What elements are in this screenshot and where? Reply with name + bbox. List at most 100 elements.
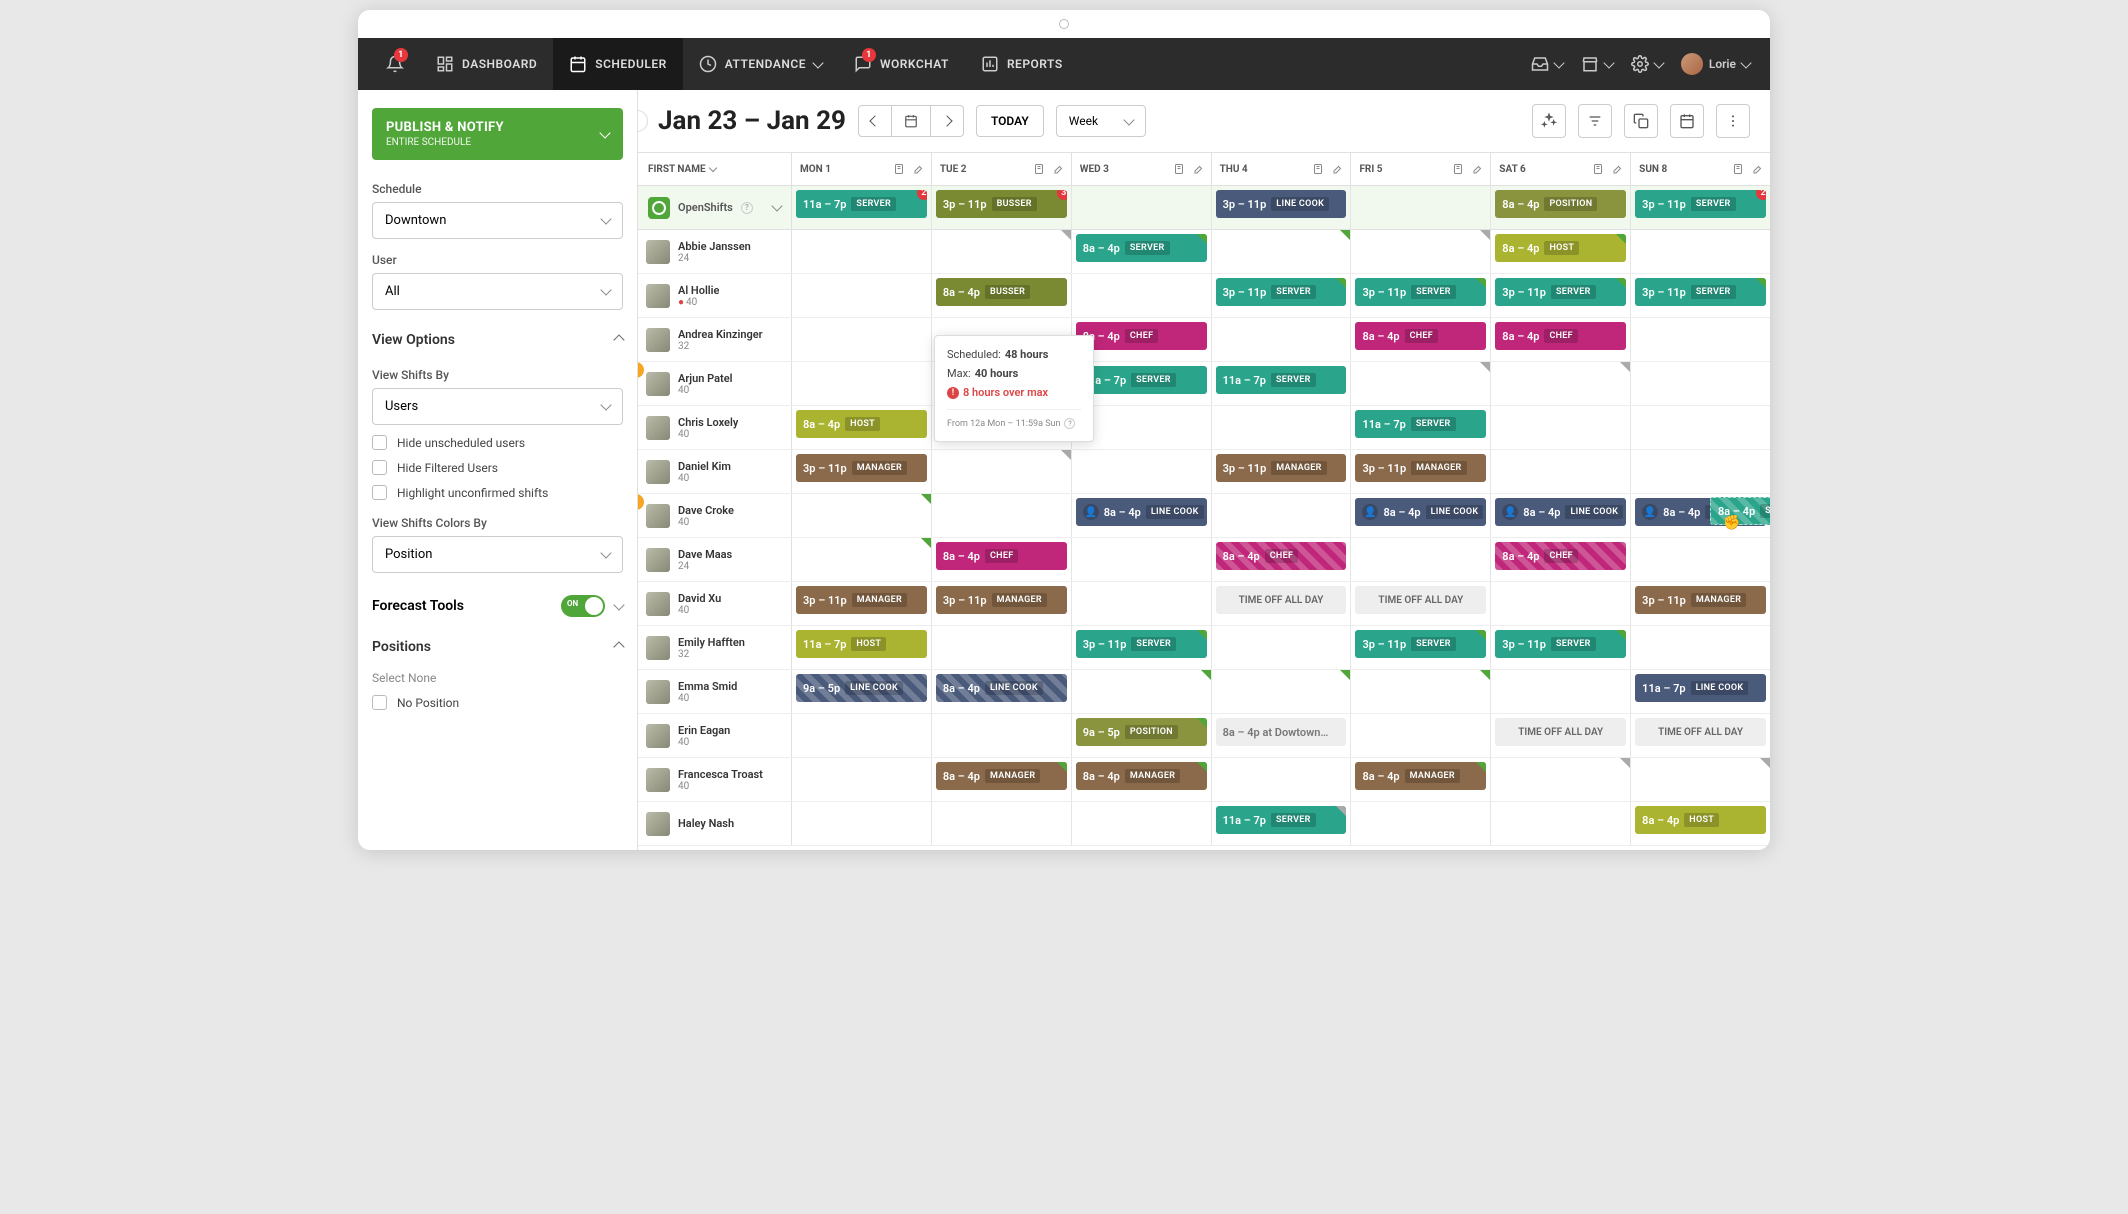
- shift-cell[interactable]: 8a – 4pCHEF: [1491, 538, 1631, 581]
- clipboard-icon[interactable]: [893, 163, 905, 175]
- shift-cell[interactable]: 8a – 4pMANAGER: [1072, 758, 1212, 801]
- hide-filtered-checkbox[interactable]: Hide Filtered Users: [372, 460, 623, 475]
- clipboard-icon[interactable]: [1452, 163, 1464, 175]
- user-label[interactable]: Arjun Patel40: [638, 362, 792, 405]
- shift-block[interactable]: 3p – 11pBUSSER3: [936, 190, 1067, 218]
- shift-cell[interactable]: [792, 494, 932, 537]
- shift-cell[interactable]: [1631, 406, 1770, 449]
- print-button[interactable]: [1670, 104, 1704, 138]
- shift-cell[interactable]: [1631, 362, 1770, 405]
- forecast-toggle[interactable]: ON: [561, 595, 605, 617]
- shift-cell[interactable]: 3p – 11pMANAGER: [1351, 450, 1491, 493]
- shift-block[interactable]: 8a – 4pBUSSER: [936, 278, 1067, 306]
- user-label[interactable]: Haley Nash: [638, 802, 792, 845]
- shift-cell[interactable]: TIME OFF ALL DAY: [1631, 714, 1770, 757]
- shift-cell[interactable]: [1351, 538, 1491, 581]
- name-column-header[interactable]: FIRST NAME: [638, 153, 792, 185]
- shift-block[interactable]: 3p – 11pSERVER: [1355, 278, 1486, 306]
- shift-cell[interactable]: 3p – 11pLINE COOK: [1212, 186, 1352, 229]
- nav-scheduler[interactable]: SCHEDULER: [553, 38, 683, 90]
- day-header[interactable]: THU 4: [1212, 153, 1352, 185]
- shift-block[interactable]: 9a – 5pLINE COOK: [796, 674, 927, 702]
- shift-cell[interactable]: [792, 538, 932, 581]
- day-header[interactable]: TUE 2: [932, 153, 1072, 185]
- timeoff-block[interactable]: TIME OFF ALL DAY: [1355, 586, 1486, 614]
- shift-cell[interactable]: 👤8a – 4pLINE COOK: [1072, 494, 1212, 537]
- note-icon[interactable]: [1330, 163, 1342, 175]
- shift-cell[interactable]: 8a – 4pCHEF: [1351, 318, 1491, 361]
- shift-cell[interactable]: 11a – 7pSERVER2: [792, 186, 932, 229]
- nav-settings[interactable]: [1631, 55, 1663, 73]
- day-header[interactable]: MON 1: [792, 153, 932, 185]
- magic-button[interactable]: [1532, 104, 1566, 138]
- shift-cell[interactable]: 8a – 4pHOST: [792, 406, 932, 449]
- shift-cell[interactable]: [1631, 626, 1770, 669]
- shift-cell[interactable]: [1351, 186, 1491, 229]
- shift-cell[interactable]: [1491, 406, 1631, 449]
- copy-button[interactable]: [1624, 104, 1658, 138]
- shift-cell[interactable]: [1351, 230, 1491, 273]
- positions-header[interactable]: Positions: [372, 639, 623, 661]
- shift-cell[interactable]: 👤8a – 4pLINE COOK: [1351, 494, 1491, 537]
- chevron-down-icon[interactable]: [771, 200, 782, 211]
- shift-cell[interactable]: 3p – 11pMANAGER: [1212, 450, 1352, 493]
- shift-cell[interactable]: [1631, 758, 1770, 801]
- shift-block[interactable]: 3p – 11pMANAGER: [796, 586, 927, 614]
- shift-block[interactable]: 3p – 11pSERVER: [1635, 278, 1766, 306]
- shift-cell[interactable]: [932, 494, 1072, 537]
- shift-block[interactable]: 8a – 4p at Dowtown…: [1216, 718, 1347, 746]
- view-options-header[interactable]: View Options: [372, 332, 623, 354]
- timeoff-block[interactable]: TIME OFF ALL DAY: [1216, 586, 1347, 614]
- shift-cell[interactable]: [1072, 802, 1212, 845]
- shift-block[interactable]: 3p – 11pLINE COOK: [1216, 190, 1347, 218]
- shift-cell[interactable]: 3p – 11pMANAGER: [932, 582, 1072, 625]
- shift-cell[interactable]: 11a – 7pHOST: [792, 626, 932, 669]
- shift-block[interactable]: 8a – 4pCHEF: [1076, 322, 1207, 350]
- shift-cell[interactable]: 11a – 7pSERVER: [1351, 406, 1491, 449]
- shift-cell[interactable]: 9a – 5pPOSITION: [1072, 714, 1212, 757]
- shift-cell[interactable]: [792, 318, 932, 361]
- shift-block[interactable]: 3p – 11pSERVER: [1495, 278, 1626, 306]
- shift-cell[interactable]: [1212, 670, 1352, 713]
- shift-cell[interactable]: [932, 626, 1072, 669]
- shift-cell[interactable]: [1212, 230, 1352, 273]
- shift-cell[interactable]: [1212, 758, 1352, 801]
- shift-cell[interactable]: 8a – 4pCHEF: [1212, 538, 1352, 581]
- clipboard-icon[interactable]: [1312, 163, 1324, 175]
- shift-cell[interactable]: 8a – 4pCHEF: [932, 538, 1072, 581]
- shift-block[interactable]: 11a – 7pSERVER: [1076, 366, 1207, 394]
- shift-cell[interactable]: 3p – 11pSERVER: [1491, 626, 1631, 669]
- shift-block[interactable]: 8a – 4pCHEF: [1495, 322, 1626, 350]
- note-icon[interactable]: [1191, 163, 1203, 175]
- shift-block[interactable]: 8a – 4pCHEF: [1355, 322, 1486, 350]
- shift-block[interactable]: 8a – 4pCHEF: [936, 542, 1067, 570]
- user-label[interactable]: Erin Eagan40: [638, 714, 792, 757]
- nav-user-menu[interactable]: Lorie: [1681, 53, 1750, 75]
- shift-cell[interactable]: 3p – 11pSERVER2: [1631, 186, 1770, 229]
- user-label[interactable]: Dave Maas24: [638, 538, 792, 581]
- more-button[interactable]: [1716, 104, 1750, 138]
- shift-cell[interactable]: [1212, 626, 1352, 669]
- highlight-unconfirmed-checkbox[interactable]: Highlight unconfirmed shifts: [372, 485, 623, 500]
- shift-cell[interactable]: 8a – 4pHOST: [1491, 230, 1631, 273]
- shift-cell[interactable]: [1212, 318, 1352, 361]
- shift-block[interactable]: 11a – 7pSERVER: [1355, 410, 1486, 438]
- shift-cell[interactable]: [1072, 670, 1212, 713]
- shift-block[interactable]: 👤8a – 4pLINE COOK: [1076, 498, 1207, 526]
- shift-block[interactable]: 3p – 11pMANAGER: [1635, 586, 1766, 614]
- shift-cell[interactable]: [792, 362, 932, 405]
- note-icon[interactable]: [911, 163, 923, 175]
- shift-block[interactable]: 3p – 11pSERVER: [1076, 630, 1207, 658]
- hide-unscheduled-checkbox[interactable]: Hide unscheduled users: [372, 435, 623, 450]
- shift-block[interactable]: 11a – 7pLINE COOK: [1635, 674, 1766, 702]
- nav-inbox[interactable]: [1531, 55, 1563, 73]
- nav-attendance[interactable]: ATTENDANCE: [683, 38, 838, 90]
- shift-block[interactable]: 9a – 5pPOSITION: [1076, 718, 1207, 746]
- next-button[interactable]: [931, 106, 963, 136]
- nav-store[interactable]: [1581, 55, 1613, 73]
- user-label[interactable]: Emily Hafften32: [638, 626, 792, 669]
- shift-cell[interactable]: [1212, 406, 1352, 449]
- shift-cell[interactable]: [792, 274, 932, 317]
- clipboard-icon[interactable]: [1732, 163, 1744, 175]
- shift-cell[interactable]: 👤8a – 4pLINE COOK: [1491, 494, 1631, 537]
